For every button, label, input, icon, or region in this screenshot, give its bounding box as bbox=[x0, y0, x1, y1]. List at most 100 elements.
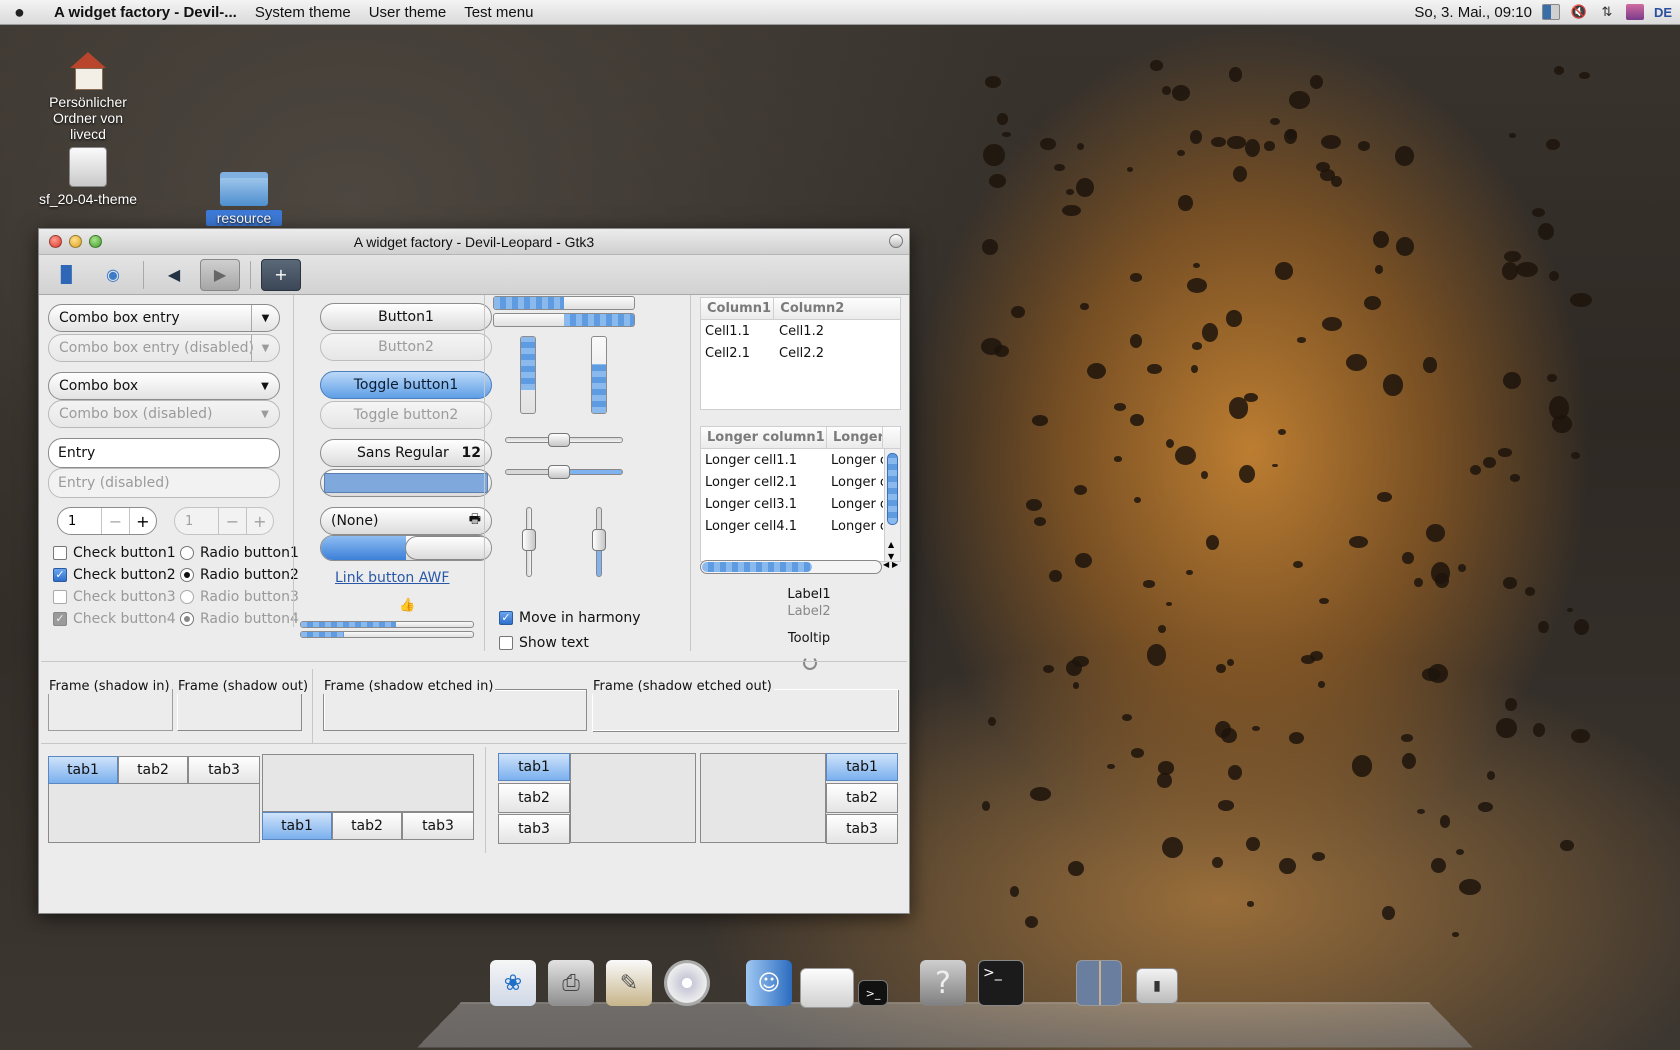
toolbar-forward-icon[interactable]: ▶ bbox=[200, 259, 240, 291]
tree-view-1[interactable]: Column1 Column2 Cell1.1 Cell1.2 Cell2.1 Ce… bbox=[700, 297, 901, 410]
cd-rom-icon[interactable] bbox=[664, 960, 710, 1006]
radio-button-2[interactable]: Radio button2 bbox=[180, 567, 299, 583]
desktop-icon-drive[interactable]: sf_20-04-theme bbox=[32, 147, 144, 207]
table-row[interactable]: Cell2.1 Cell2.2 bbox=[701, 342, 900, 364]
file-chooser-button[interactable]: (None) 🖶 bbox=[320, 507, 492, 535]
notebook-1-tab-1[interactable]: tab1 bbox=[48, 756, 118, 784]
column-header[interactable]: Longer column1 bbox=[701, 427, 827, 448]
window-titlebar[interactable]: A widget factory - Devil-Leopard - Gtk3 bbox=[39, 229, 909, 255]
move-in-harmony-check[interactable]: ✓ Move in harmony bbox=[499, 610, 641, 626]
help-icon[interactable]: ? bbox=[920, 960, 966, 1006]
menu-system-theme[interactable]: System theme bbox=[255, 4, 351, 21]
toggle-button-1[interactable]: Toggle button1 bbox=[320, 371, 492, 399]
scroll-right-icon[interactable]: ▶ bbox=[892, 560, 898, 569]
vscale-2-thumb[interactable] bbox=[592, 529, 606, 551]
radio-selected[interactable] bbox=[180, 568, 194, 582]
vscale-1-thumb[interactable] bbox=[522, 529, 536, 551]
spin-button[interactable]: 1− + bbox=[57, 507, 157, 535]
desktop-icon-home[interactable]: Persönlicher Ordner von livecd bbox=[38, 50, 138, 142]
entry-field[interactable]: Entry bbox=[48, 438, 280, 468]
show-text-check[interactable]: Show text bbox=[499, 635, 589, 651]
tooltip-label[interactable]: Tooltip bbox=[769, 631, 849, 646]
notebook-1-tab-3[interactable]: tab3 bbox=[188, 756, 260, 784]
user-icon[interactable] bbox=[1626, 4, 1644, 20]
table-row[interactable]: Longer cell4.1 Longer cell4.2 bbox=[701, 515, 900, 537]
volume-muted-icon[interactable]: 🔇 bbox=[1570, 4, 1588, 20]
check-button-1[interactable]: Check button1 bbox=[53, 545, 176, 561]
notebook-3-tab-1[interactable]: tab1 bbox=[498, 753, 570, 781]
hscale-1-thumb[interactable] bbox=[548, 433, 570, 447]
desktop-icon-resource[interactable]: resource bbox=[206, 172, 282, 226]
window-menu-button[interactable] bbox=[889, 234, 903, 248]
close-window-button[interactable] bbox=[49, 235, 62, 248]
menu-test[interactable]: Test menu bbox=[464, 4, 533, 21]
check-button-2[interactable]: ✓ Check button2 bbox=[53, 567, 176, 583]
menu-user-theme[interactable]: User theme bbox=[369, 4, 447, 21]
radio[interactable] bbox=[180, 546, 194, 560]
checkbox-checked[interactable]: ✓ bbox=[499, 611, 513, 625]
column-header[interactable]: Longer column2 bbox=[827, 427, 883, 448]
notebook-4-tab-3[interactable]: tab3 bbox=[826, 814, 898, 844]
terminal-icon[interactable]: >_ bbox=[978, 960, 1024, 1006]
notebook-2-tab-1[interactable]: tab1 bbox=[262, 812, 332, 840]
table-row[interactable]: Longer cell1.1 Longer cell1.2 bbox=[701, 449, 900, 471]
notebook-4-tab-1[interactable]: tab1 bbox=[826, 753, 898, 781]
network-icon[interactable]: ⇅ bbox=[1598, 4, 1616, 20]
table-row[interactable]: Cell1.1 Cell1.2 bbox=[701, 320, 900, 342]
toolbar-back-icon[interactable]: ◀ bbox=[154, 259, 194, 291]
scrollbar-thumb[interactable] bbox=[702, 562, 812, 572]
button-1[interactable]: Button1 bbox=[320, 303, 492, 331]
spin-plus-button[interactable]: + bbox=[129, 508, 156, 534]
keyboard-layout-indicator[interactable]: DE bbox=[1654, 5, 1672, 20]
toolbar-globe-icon[interactable]: ◉ bbox=[93, 259, 133, 291]
column-header[interactable]: Column2 bbox=[774, 298, 900, 319]
color-button[interactable] bbox=[320, 469, 492, 497]
workspace-switcher-icon[interactable] bbox=[1542, 4, 1560, 20]
toolbar-add-icon[interactable]: + bbox=[261, 259, 301, 291]
apple-menu-icon[interactable]: ● bbox=[14, 1, 36, 23]
chevron-down-icon[interactable]: ▼ bbox=[251, 305, 279, 331]
radio-button-1[interactable]: Radio button1 bbox=[180, 545, 299, 561]
minimize-window-button[interactable] bbox=[69, 235, 82, 248]
printer-icon[interactable]: ⎙ bbox=[548, 960, 594, 1006]
column-header[interactable]: Column1 bbox=[701, 298, 774, 319]
tree-view-2[interactable]: Longer column1 Longer column2 Longer cel… bbox=[700, 426, 901, 562]
scroll-up-icon[interactable]: ▲ bbox=[888, 540, 894, 549]
app-menu[interactable]: A widget factory - Devil-... bbox=[54, 4, 237, 21]
notebook-3-tab-2[interactable]: tab2 bbox=[498, 783, 570, 813]
horizontal-scrollbar[interactable] bbox=[700, 560, 882, 574]
finder-icon[interactable]: ☺ bbox=[746, 960, 792, 1006]
hscale-2-thumb[interactable] bbox=[548, 465, 570, 479]
combo-box[interactable]: Combo box ▼ bbox=[48, 372, 280, 400]
workspace-grid-icon[interactable] bbox=[1076, 960, 1122, 1006]
maximize-window-button[interactable] bbox=[89, 235, 102, 248]
spin-value[interactable]: 1 bbox=[58, 508, 101, 534]
switch-knob[interactable] bbox=[405, 536, 492, 560]
spin-minus-button[interactable]: − bbox=[101, 508, 128, 534]
terminal-small-icon[interactable]: >_ bbox=[858, 980, 888, 1006]
switch-toggle[interactable] bbox=[320, 535, 492, 561]
scrollbar-thumb[interactable] bbox=[887, 453, 898, 525]
table-row[interactable]: Longer cell3.1 Longer cell3.2 bbox=[701, 493, 900, 515]
toolbar-document-icon[interactable]: ▉ bbox=[47, 259, 87, 291]
usb-drive-icon[interactable]: ▮ bbox=[1136, 968, 1178, 1004]
table-row[interactable]: Longer cell2.1 Longer cell2.2 bbox=[701, 471, 900, 493]
checkbox[interactable] bbox=[53, 546, 67, 560]
font-button[interactable]: Sans Regular 12 bbox=[320, 439, 492, 467]
notebook-2-tab-2[interactable]: tab2 bbox=[332, 812, 402, 840]
combo-box-entry[interactable]: Combo box entry ▼ bbox=[48, 304, 280, 332]
link-button[interactable]: Link button AWF bbox=[335, 570, 449, 586]
scroll-left-icon[interactable]: ◀ bbox=[883, 560, 889, 569]
notebook-3-tab-3[interactable]: tab3 bbox=[498, 814, 570, 844]
text-editor-icon[interactable]: ✎ bbox=[606, 960, 652, 1006]
clock[interactable]: So, 3. Mai., 09:10 bbox=[1414, 4, 1532, 21]
notebook-1-tab-2[interactable]: tab2 bbox=[118, 756, 188, 784]
checkbox[interactable] bbox=[499, 636, 513, 650]
checkbox-checked[interactable]: ✓ bbox=[53, 568, 67, 582]
feather-app-icon[interactable]: ❀ bbox=[490, 960, 536, 1006]
notebook-2-tab-3[interactable]: tab3 bbox=[402, 812, 474, 840]
vertical-scrollbar[interactable]: ▲ ▼ bbox=[884, 449, 900, 561]
notebook-4-tab-2[interactable]: tab2 bbox=[826, 783, 898, 813]
browser-window-icon[interactable] bbox=[800, 968, 854, 1008]
combo-box-entry-text[interactable]: Combo box entry bbox=[59, 310, 180, 326]
